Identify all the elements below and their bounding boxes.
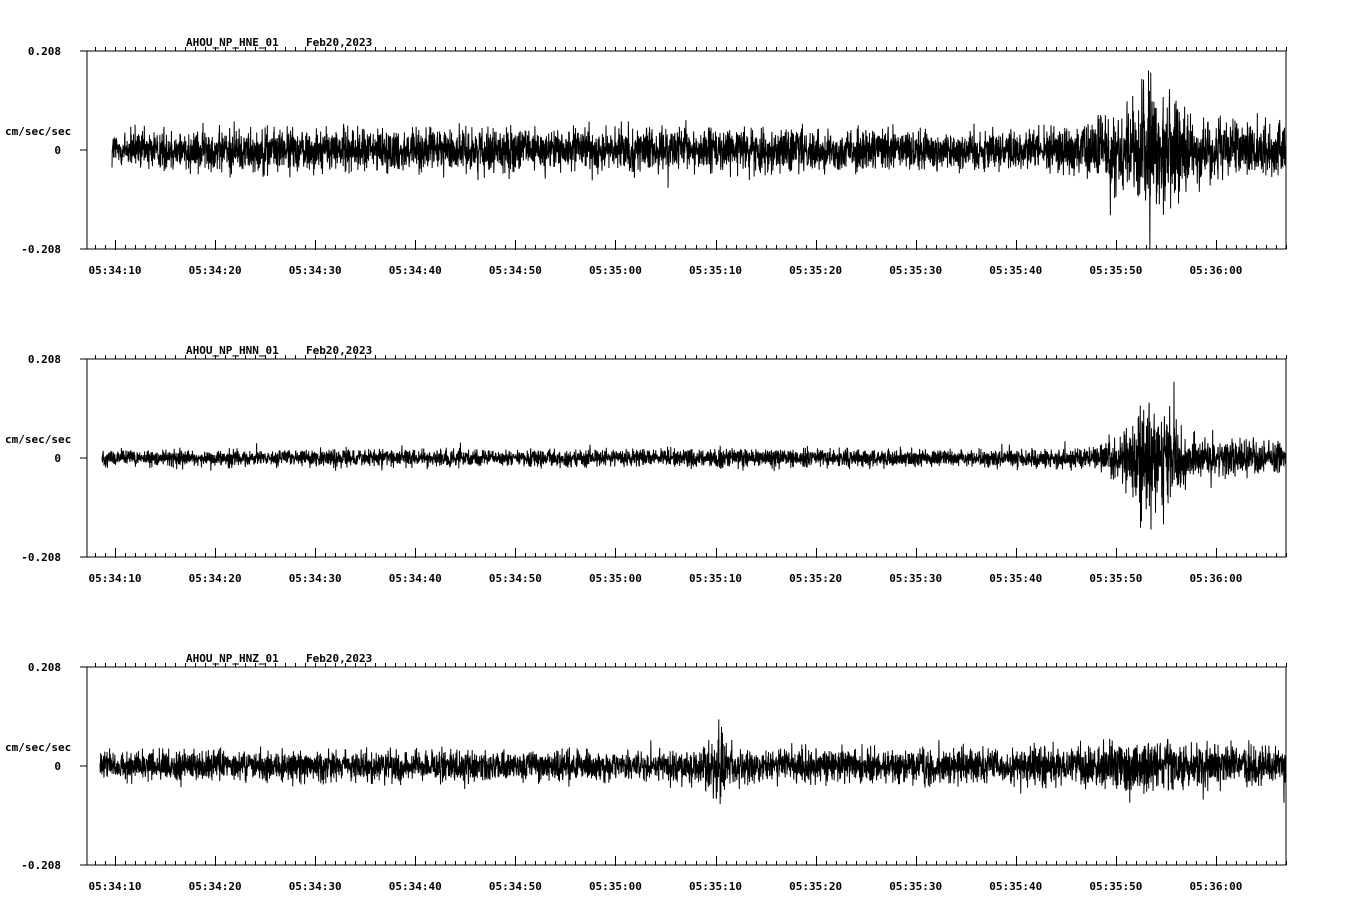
x-tick-label: 05:34:30 — [289, 572, 342, 585]
x-tick-label: 05:35:30 — [889, 880, 942, 893]
x-tick-label: 05:34:10 — [89, 264, 142, 277]
x-tick-label: 05:36:00 — [1189, 264, 1242, 277]
y-tick-label: 0.208 — [28, 45, 61, 58]
waveform-trace — [99, 719, 1287, 805]
x-tick-label: 05:35:00 — [589, 572, 642, 585]
x-tick-label: 05:35:20 — [789, 880, 842, 893]
x-tick-label: 05:35:40 — [989, 880, 1042, 893]
x-tick-label: 05:35:20 — [789, 264, 842, 277]
waveform-trace — [101, 381, 1287, 530]
x-tick-label: 05:35:00 — [589, 880, 642, 893]
x-tick-label: 05:35:10 — [689, 572, 742, 585]
y-tick-label: 0.208 — [28, 661, 61, 674]
x-tick-label: 05:35:00 — [589, 264, 642, 277]
seismogram-figure: AHOU_NP_HNE_01 Feb20,2023cm/sec/sec0.2080… — [5, 36, 1287, 893]
seismogram-panel-2: AHOU_NP_HNZ_01 Feb20,2023cm/sec/sec0.2080… — [5, 652, 1287, 893]
x-tick-label: 05:35:40 — [989, 264, 1042, 277]
y-tick-label: -0.208 — [21, 243, 61, 256]
y-axis-label: cm/sec/sec — [5, 433, 71, 446]
y-axis-label: cm/sec/sec — [5, 125, 71, 138]
y-tick-label: 0 — [54, 452, 61, 465]
x-tick-label: 05:35:30 — [889, 264, 942, 277]
x-tick-label: 05:34:40 — [389, 264, 442, 277]
x-tick-label: 05:34:50 — [489, 572, 542, 585]
x-tick-label: 05:34:40 — [389, 572, 442, 585]
x-tick-label: 05:36:00 — [1189, 880, 1242, 893]
x-tick-label: 05:34:20 — [189, 264, 242, 277]
x-tick-label: 05:34:20 — [189, 880, 242, 893]
x-tick-label: 05:34:50 — [489, 880, 542, 893]
x-tick-label: 05:34:30 — [289, 264, 342, 277]
x-tick-label: 05:35:40 — [989, 572, 1042, 585]
x-tick-label: 05:34:50 — [489, 264, 542, 277]
y-axis-label: cm/sec/sec — [5, 741, 71, 754]
x-tick-label: 05:34:10 — [89, 572, 142, 585]
y-tick-label: -0.208 — [21, 551, 61, 564]
x-tick-label: 05:35:50 — [1089, 880, 1142, 893]
x-tick-label: 05:35:10 — [689, 880, 742, 893]
y-tick-label: 0 — [54, 144, 61, 157]
seismogram-panel-0: AHOU_NP_HNE_01 Feb20,2023cm/sec/sec0.2080… — [5, 36, 1287, 277]
x-tick-label: 05:35:30 — [889, 572, 942, 585]
x-tick-label: 05:34:30 — [289, 880, 342, 893]
x-tick-label: 05:35:50 — [1089, 572, 1142, 585]
x-tick-label: 05:34:20 — [189, 572, 242, 585]
y-tick-label: 0 — [54, 760, 61, 773]
seismogram-panel-1: AHOU_NP_HNN_01 Feb20,2023cm/sec/sec0.2080… — [5, 344, 1287, 585]
x-tick-label: 05:35:10 — [689, 264, 742, 277]
x-tick-label: 05:35:20 — [789, 572, 842, 585]
x-tick-label: 05:34:40 — [389, 880, 442, 893]
y-tick-label: -0.208 — [21, 859, 61, 872]
x-tick-label: 05:35:50 — [1089, 264, 1142, 277]
x-tick-label: 05:34:10 — [89, 880, 142, 893]
x-tick-label: 05:36:00 — [1189, 572, 1242, 585]
waveform-trace — [111, 70, 1287, 250]
y-tick-label: 0.208 — [28, 353, 61, 366]
